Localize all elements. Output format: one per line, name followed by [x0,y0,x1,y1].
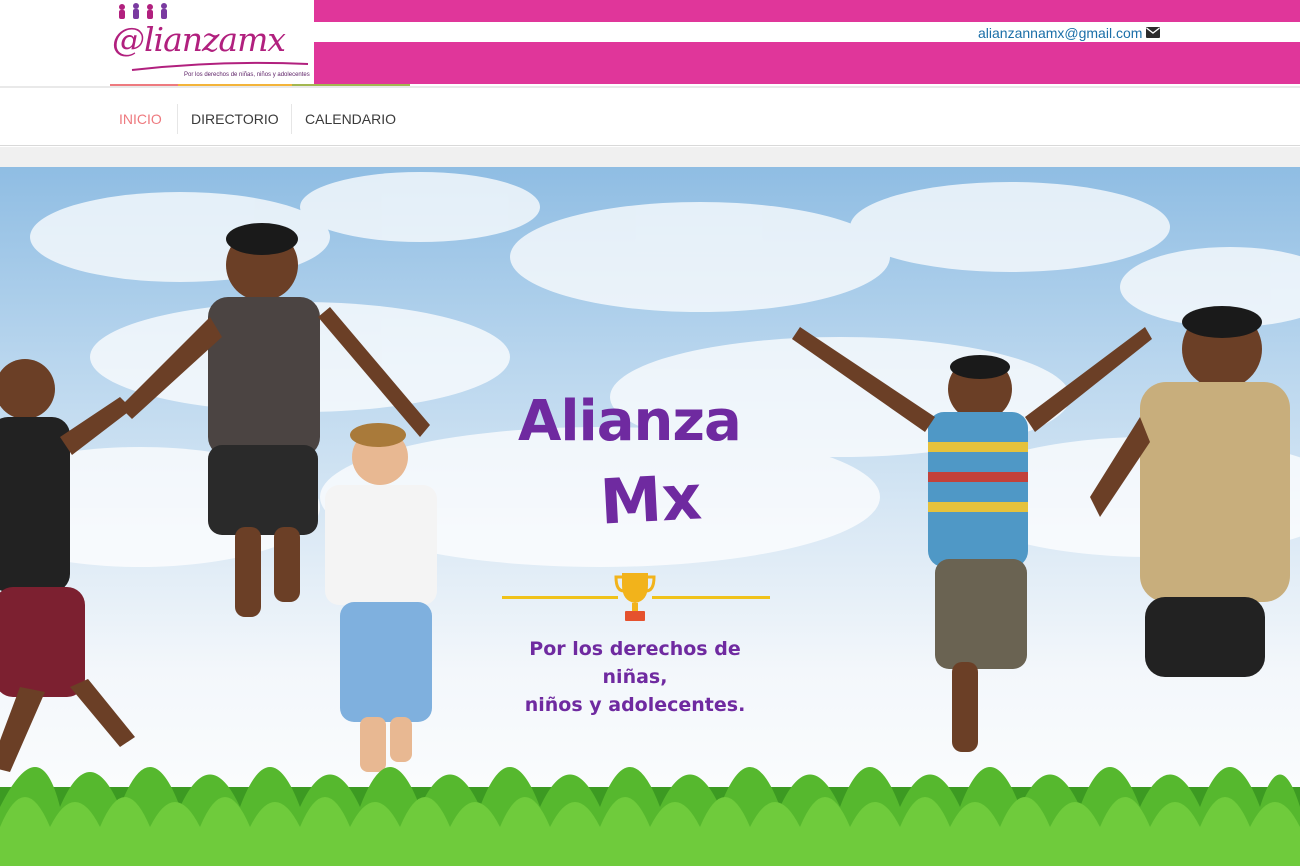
nav-item-calendario[interactable]: CALENDARIO [305,104,396,134]
nav-separator [177,104,178,134]
email-link[interactable]: alianzannamx@gmail.com [978,25,1142,41]
top-bar: alianzannamx@gmail.com @lianzamx Por los… [0,0,1300,86]
header-pink-band-top [314,0,1300,22]
header-pink-band-bottom [314,42,1300,84]
logo-wordmark: @lianzamx [112,20,286,59]
nav-item-inicio[interactable]: INICIO [119,104,162,134]
logo-tagline: Por los derechos de niñas, niños y adole… [184,72,310,78]
grass-field [0,767,1300,866]
main-nav: INICIO DIRECTORIO CALENDARIO [0,88,1300,146]
trophy-icon [614,573,656,621]
trophy-divider-right [652,596,770,599]
hero-subtitle-line1: Por los derechos de niñas, [529,638,741,688]
hero-title: Alianza [518,389,742,454]
site-logo[interactable]: @lianzamx Por los derechos de niñas, niñ… [110,0,314,84]
hero-banner: Alianza Mx Por los derechos de niñas, ni… [0,167,1300,866]
hero-title-mx: Mx [598,460,704,539]
hero-subtitle-line2: niños y adolecentes. [524,694,746,716]
nav-separator [291,104,292,134]
nav-item-directorio[interactable]: DIRECTORIO [191,104,279,134]
envelope-icon[interactable] [1146,27,1160,38]
trophy-divider-left [502,596,618,599]
nav-gap [0,147,1300,167]
hero-subtitle: Por los derechos de niñas, niños y adole… [500,635,770,719]
